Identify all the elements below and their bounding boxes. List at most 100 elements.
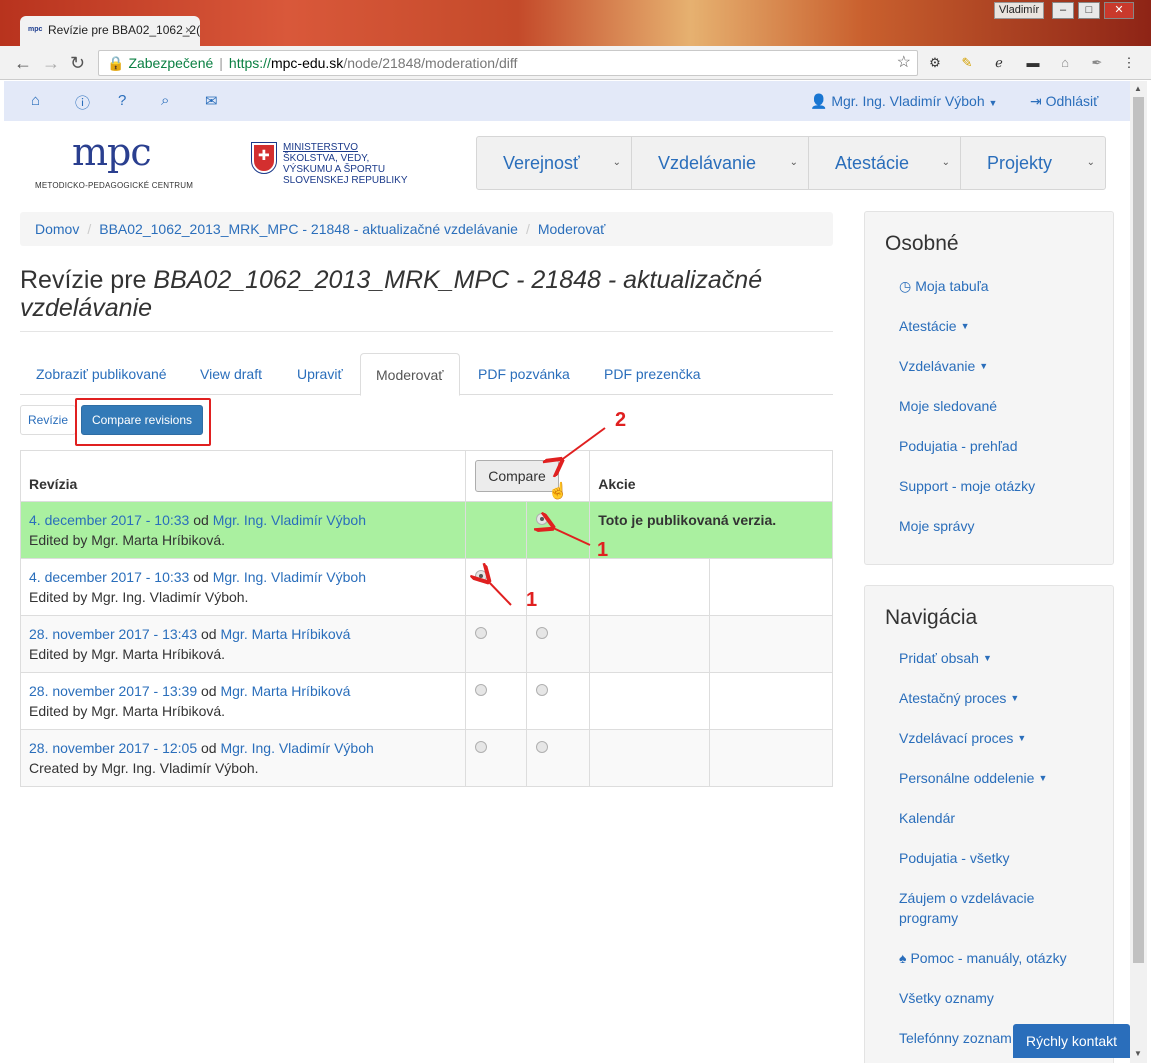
main-menu: Verejnosť ⌄ Vzdelávanie ⌄ Atestácie ⌄ Proje… bbox=[476, 136, 1106, 190]
subtab-compare-revisions[interactable]: Compare revisions bbox=[81, 405, 203, 435]
pdf-extension-icon[interactable]: ⌂ bbox=[1056, 54, 1074, 72]
menu-projekty[interactable]: Projekty ⌄ bbox=[961, 137, 1105, 189]
breadcrumb-home[interactable]: Domov bbox=[35, 221, 79, 237]
url-scheme: https:// bbox=[228, 55, 271, 71]
sidebar-item-kalendar[interactable]: Kalendár bbox=[899, 808, 1113, 828]
gear-extension-icon[interactable]: ⚙ bbox=[926, 54, 944, 72]
minimize-button[interactable]: – bbox=[1052, 2, 1074, 19]
radio-left[interactable] bbox=[475, 741, 488, 753]
tab-upravit[interactable]: Upraviť bbox=[297, 353, 343, 395]
revision-author-link[interactable]: Mgr. Ing. Vladimír Výboh bbox=[220, 740, 373, 756]
radio-right[interactable] bbox=[536, 684, 549, 696]
window-close-button[interactable]: ✕ bbox=[1104, 2, 1134, 19]
sidebar-item-podujatia-vsetky[interactable]: Podujatia - všetky bbox=[899, 848, 1113, 868]
sidebar-item-personalne[interactable]: Personálne oddelenie ▼ bbox=[899, 768, 1113, 788]
chevron-down-icon: ▼ bbox=[988, 98, 998, 108]
radio-right[interactable] bbox=[536, 741, 549, 753]
subtab-revizie[interactable]: Revízie bbox=[20, 405, 76, 435]
forward-arrow-icon[interactable]: → bbox=[42, 53, 60, 74]
user-menu[interactable]: 👤 Mgr. Ing. Vladimír Výboh ▼ bbox=[810, 93, 997, 110]
home-icon[interactable]: ⌂ bbox=[31, 92, 40, 109]
ministry-logo[interactable]: MINISTERSTVO ŠKOLSTVA, VEDY, VÝSKUMU A Š… bbox=[283, 142, 408, 186]
mpc-logo[interactable]: mpc bbox=[72, 130, 152, 174]
sidebar-item-atestacny-proces[interactable]: Atestačný proces ▼ bbox=[899, 688, 1113, 708]
table-row: 4. december 2017 - 10:33 od Mgr. Ing. Vl… bbox=[19, 558, 833, 616]
sidebar-item-pridat-obsah[interactable]: Pridať obsah ▼ bbox=[899, 648, 1113, 668]
maximize-button[interactable]: □ bbox=[1078, 2, 1100, 19]
pen-extension-icon[interactable]: ✎ bbox=[958, 54, 976, 72]
compare-button[interactable]: Compare bbox=[475, 460, 559, 492]
sidebar-item-support[interactable]: Support - moje otázky bbox=[899, 476, 1113, 496]
revisions-table: Revízia Akcie 4. december 2017 - 10:33 o… bbox=[19, 450, 833, 787]
radio-right[interactable] bbox=[536, 513, 549, 525]
logout-label: Odhlásiť bbox=[1045, 93, 1099, 109]
help-icon[interactable]: ? bbox=[118, 92, 126, 109]
sidebar-item-vzdelavanie[interactable]: Vzdelávanie ▼ bbox=[899, 356, 1113, 376]
revision-author-link[interactable]: Mgr. Ing. Vladimír Výboh bbox=[213, 512, 366, 528]
chevron-down-icon: ⌄ bbox=[1086, 157, 1095, 168]
search-icon[interactable]: ⌕ bbox=[161, 92, 169, 109]
tab-pdf-pozvanka[interactable]: PDF pozvánka bbox=[478, 353, 570, 395]
revision-date-link[interactable]: 28. november 2017 - 13:43 bbox=[29, 626, 197, 642]
breadcrumb: Domov / BBA02_1062_2013_MRK_MPC - 21848 - … bbox=[20, 212, 833, 246]
sidebar-item-zaujem[interactable]: Záujem o vzdelávacie programy bbox=[899, 888, 1049, 928]
keyboard-extension-icon[interactable]: ▬ bbox=[1024, 54, 1042, 72]
breadcrumb-node[interactable]: BBA02_1062_2013_MRK_MPC - 21848 - aktual… bbox=[99, 221, 518, 237]
tab-zobrazit-publikovane[interactable]: Zobraziť publikované bbox=[36, 353, 167, 395]
revision-note: Created by Mgr. Ing. Vladimír Výboh. bbox=[29, 760, 259, 776]
sidebar-item-moja-tabula[interactable]: ◷ Moja tabuľa bbox=[899, 276, 1113, 296]
sidebar-item-moje-sledovane[interactable]: Moje sledované bbox=[899, 396, 1113, 416]
scroll-down-icon[interactable]: ▼ bbox=[1134, 1049, 1142, 1058]
bookmark-star-icon[interactable]: ☆ bbox=[897, 51, 911, 75]
info-icon[interactable]: ⓘ bbox=[75, 92, 90, 113]
browser-tab[interactable]: mpc Revízie pre BBA02_1062_2( × bbox=[20, 16, 200, 46]
dashboard-icon: ◷ bbox=[899, 278, 912, 294]
radio-left[interactable] bbox=[475, 684, 488, 696]
e-extension-icon[interactable]: ℯ bbox=[990, 54, 1008, 72]
page-scrollbar[interactable]: ▲ ▼ bbox=[1130, 81, 1147, 1063]
feather-extension-icon[interactable]: ✒ bbox=[1088, 54, 1106, 72]
window-user-badge: Vladimír bbox=[994, 2, 1044, 19]
breadcrumb-moderate[interactable]: Moderovať bbox=[538, 221, 606, 237]
tab-view-draft[interactable]: View draft bbox=[200, 353, 262, 395]
table-row: 28. november 2017 - 13:43 od Mgr. Marta … bbox=[19, 615, 833, 673]
sidebar-item-pomoc[interactable]: ♠ Pomoc - manuály, otázky bbox=[899, 948, 1113, 968]
menu-dots-icon[interactable]: ⋮ bbox=[1120, 54, 1138, 72]
scrollbar-thumb[interactable] bbox=[1133, 97, 1144, 963]
radio-left[interactable] bbox=[475, 627, 488, 639]
revision-author-link[interactable]: Mgr. Ing. Vladimír Výboh bbox=[213, 569, 366, 585]
reload-icon[interactable]: ↻ bbox=[70, 53, 85, 74]
tab-close-icon[interactable]: × bbox=[185, 23, 192, 37]
scroll-up-icon[interactable]: ▲ bbox=[1134, 84, 1142, 93]
revision-cell: 4. december 2017 - 10:33 od Mgr. Ing. Vl… bbox=[19, 501, 467, 559]
quick-contact-button[interactable]: Rýchly kontakt bbox=[1013, 1024, 1130, 1058]
revision-author-link[interactable]: Mgr. Marta Hríbiková bbox=[220, 626, 350, 642]
action-cell bbox=[589, 558, 711, 616]
revision-date-link[interactable]: 28. november 2017 - 12:05 bbox=[29, 740, 197, 756]
revision-date-link[interactable]: 4. december 2017 - 10:33 bbox=[29, 569, 189, 585]
revision-cell: 28. november 2017 - 12:05 od Mgr. Ing. V… bbox=[19, 729, 467, 787]
menu-vzdelavanie[interactable]: Vzdelávanie ⌄ bbox=[632, 137, 809, 189]
tab-pdf-prezencka[interactable]: PDF prezenčka bbox=[604, 353, 700, 395]
url-input[interactable]: 🔒 Zabezpečené | https://mpc-edu.sk/node/218… bbox=[98, 50, 918, 76]
sidebar-item-podujatia-prehlad[interactable]: Podujatia - prehľad bbox=[899, 436, 1113, 456]
revision-note: Edited by Mgr. Marta Hríbiková. bbox=[29, 532, 226, 548]
revision-date-link[interactable]: 4. december 2017 - 10:33 bbox=[29, 512, 189, 528]
logout-icon: ⇥ bbox=[1030, 93, 1046, 109]
revision-author-link[interactable]: Mgr. Marta Hríbiková bbox=[220, 683, 350, 699]
sidebar-item-vsetky-oznamy[interactable]: Všetky oznamy bbox=[899, 988, 1113, 1008]
logout-link[interactable]: ⇥ Odhlásiť bbox=[1030, 93, 1098, 110]
header-revision: Revízia bbox=[19, 450, 467, 502]
revision-date-link[interactable]: 28. november 2017 - 13:39 bbox=[29, 683, 197, 699]
radio-right[interactable] bbox=[536, 627, 549, 639]
radio-left[interactable] bbox=[475, 570, 488, 582]
sidebar-item-vzdelavaci-proces[interactable]: Vzdelávací proces ▼ bbox=[899, 728, 1113, 748]
menu-verejnost[interactable]: Verejnosť ⌄ bbox=[477, 137, 632, 189]
tab-moderovat[interactable]: Moderovať bbox=[360, 353, 460, 396]
sidebar-item-atestacie[interactable]: Atestácie ▼ bbox=[899, 316, 1113, 336]
ministry-shield-icon bbox=[251, 142, 277, 174]
envelope-icon[interactable]: ✉ bbox=[205, 92, 218, 110]
sidebar-item-moje-spravy[interactable]: Moje správy bbox=[899, 516, 1113, 536]
menu-atestacie[interactable]: Atestácie ⌄ bbox=[809, 137, 961, 189]
back-arrow-icon[interactable]: ← bbox=[14, 53, 32, 74]
